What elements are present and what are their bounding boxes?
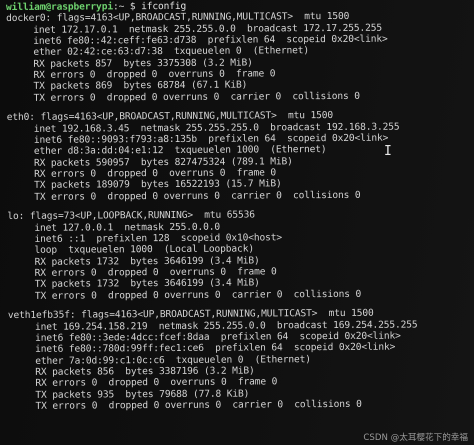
terminal-screen[interactable]: william@raspberrypi:~ $ ifconfig docker0… (0, 0, 474, 445)
interface-block-lo: lo: flags=73<UP,LOOPBACK,RUNNING> mtu 65… (7, 208, 474, 302)
interface-block-veth1efb35f: veth1efb35f: flags=4163<UP,BROADCAST,RUN… (8, 307, 474, 412)
interface-block-docker0: docker0: flags=4163<UP,BROADCAST,RUNNING… (6, 10, 474, 104)
typed-command: ifconfig (141, 0, 187, 13)
watermark-text: CSDN @太耳樱花下的幸福 (363, 433, 468, 443)
mouse-text-cursor-icon: I (384, 144, 392, 159)
interface-block-eth0: eth0: flags=4163<UP,BROADCAST,RUNNING,MU… (7, 109, 474, 203)
interface-detail-line: TX errors 0 dropped 0 overruns 0 carrier… (35, 398, 362, 412)
prompt-user-host: william@raspberrypi (6, 1, 113, 13)
terminal-output[interactable]: william@raspberrypi:~ $ ifconfig docker0… (6, 0, 474, 412)
prompt-separator: :~ $ (112, 1, 142, 13)
